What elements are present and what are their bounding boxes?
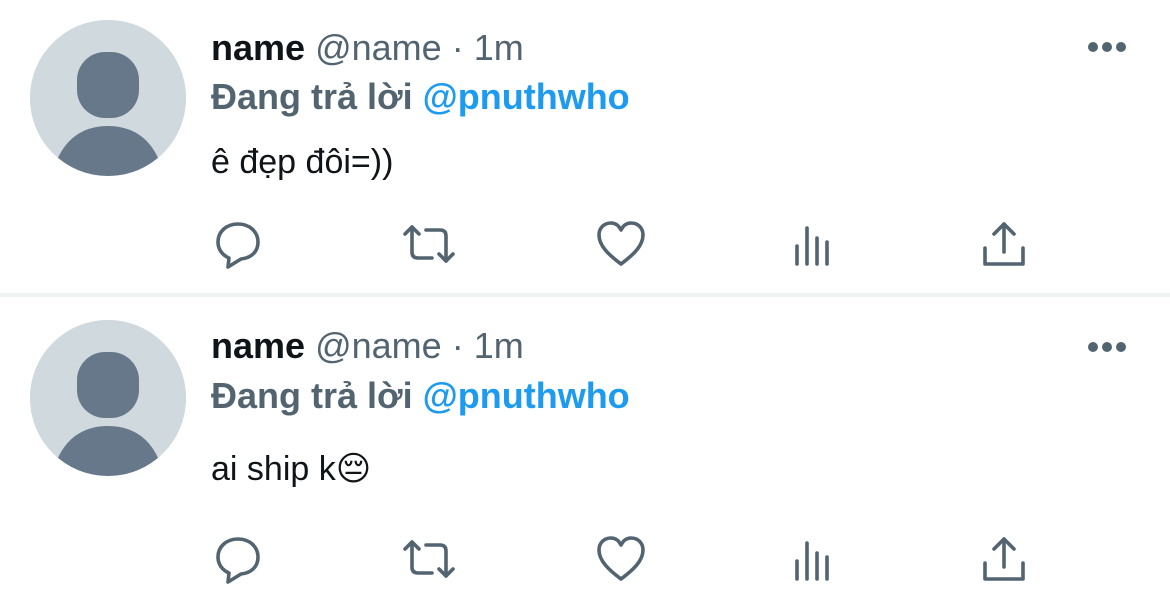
tweet-feed: name @name · 1m Đang trả lời @pnuthwho ê…: [0, 0, 1170, 594]
more-options-icon[interactable]: [1086, 340, 1128, 354]
share-button[interactable]: [974, 214, 1034, 274]
separator-dot: ·: [451, 27, 464, 68]
default-avatar-icon: [30, 20, 186, 176]
display-name[interactable]: name: [211, 325, 305, 366]
share-icon: [983, 537, 1025, 581]
replying-to: Đang trả lời @pnuthwho: [211, 374, 630, 418]
more-options-icon[interactable]: [1086, 40, 1128, 54]
retweet-button[interactable]: [399, 214, 459, 274]
tweet-header: name @name · 1m: [211, 324, 524, 368]
user-handle[interactable]: @name: [315, 27, 442, 68]
views-icon: [795, 541, 829, 581]
views-button[interactable]: [783, 529, 843, 589]
tweet-text: ê đẹp đôi=)): [211, 143, 394, 181]
reply-button[interactable]: [208, 214, 268, 274]
reply-button[interactable]: [208, 529, 268, 589]
tweet-header: name @name · 1m: [211, 26, 524, 70]
like-button[interactable]: [591, 214, 651, 274]
retweet-icon: [403, 225, 455, 263]
replying-to-label: Đang trả lời: [211, 375, 413, 416]
avatar[interactable]: [30, 20, 186, 176]
retweet-button[interactable]: [399, 529, 459, 589]
user-handle[interactable]: @name: [315, 325, 442, 366]
separator-dot: ·: [451, 325, 464, 366]
heart-icon: [597, 536, 645, 581]
reply-mention-link[interactable]: @pnuthwho: [423, 375, 630, 416]
default-avatar-icon: [30, 320, 186, 476]
action-bar: [0, 529, 1170, 589]
timestamp[interactable]: 1m: [474, 27, 524, 68]
avatar[interactable]: [30, 320, 186, 476]
views-icon: [795, 226, 829, 266]
reply-mention-link[interactable]: @pnuthwho: [423, 76, 630, 117]
retweet-icon: [403, 540, 455, 578]
replying-to: Đang trả lời @pnuthwho: [211, 75, 630, 119]
tweet[interactable]: name @name · 1m Đang trả lời @pnuthwho a…: [0, 297, 1170, 594]
reply-icon: [216, 222, 260, 269]
action-bar: [0, 214, 1170, 274]
like-button[interactable]: [591, 529, 651, 589]
tweet-text: ai ship k😔: [211, 450, 372, 488]
replying-to-label: Đang trả lời: [211, 76, 413, 117]
tweet[interactable]: name @name · 1m Đang trả lời @pnuthwho ê…: [0, 0, 1170, 294]
share-button[interactable]: [974, 529, 1034, 589]
views-button[interactable]: [783, 214, 843, 274]
heart-icon: [597, 221, 645, 266]
timestamp[interactable]: 1m: [474, 325, 524, 366]
share-icon: [983, 222, 1025, 266]
reply-icon: [216, 537, 260, 584]
display-name[interactable]: name: [211, 27, 305, 68]
